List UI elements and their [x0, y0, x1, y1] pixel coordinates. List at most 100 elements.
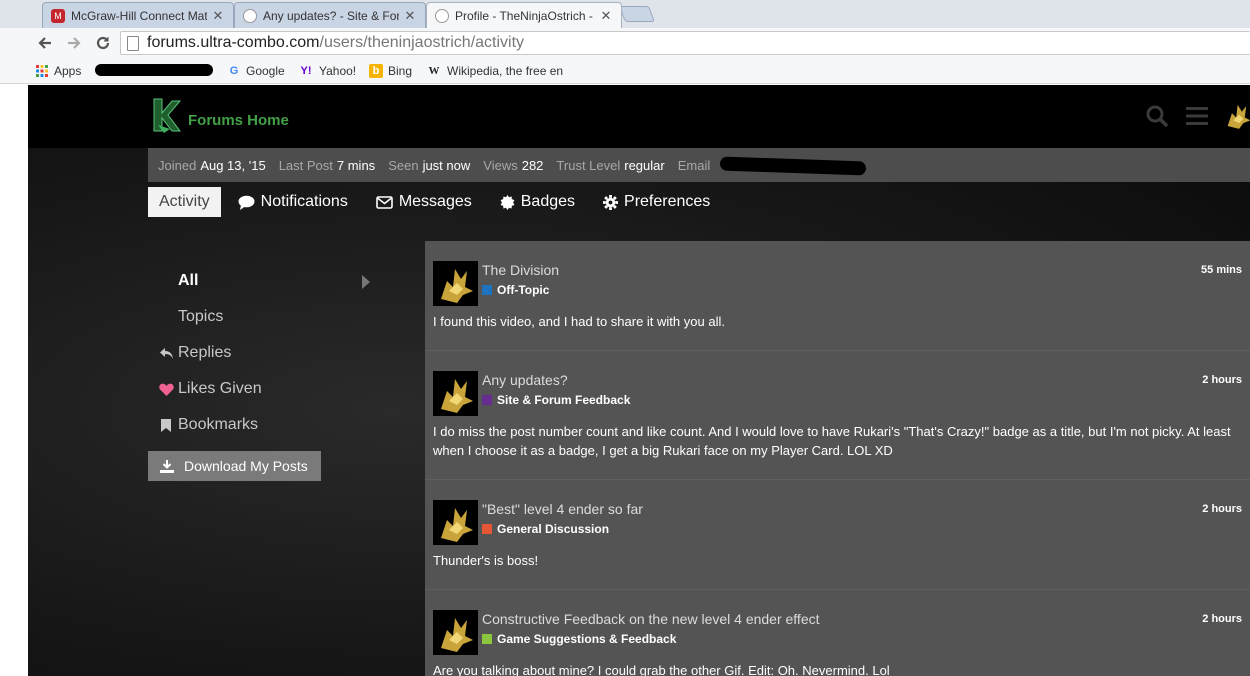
category-label: Off-Topic [497, 283, 550, 297]
post-category-link[interactable]: General Discussion [482, 522, 609, 536]
redacted-bookmark [95, 64, 213, 76]
hamburger-menu-icon[interactable] [1184, 103, 1210, 129]
bookmark-label: Bing [388, 64, 413, 78]
post-category-link[interactable]: Game Suggestions & Feedback [482, 632, 676, 646]
tab-label: Messages [398, 193, 472, 210]
close-icon[interactable]: ✕ [403, 8, 417, 24]
post-time[interactable]: 2 hours [1202, 613, 1242, 625]
stat-views-label: Views [483, 157, 518, 173]
activity-post: The Division Off-Topic 55 mins I found t… [425, 241, 1250, 351]
post-avatar[interactable] [433, 500, 478, 545]
post-category-link[interactable]: Site & Forum Feedback [482, 393, 630, 407]
post-time[interactable]: 2 hours [1202, 374, 1242, 386]
killer-instinct-logo-icon [153, 98, 182, 133]
discourse-icon [435, 8, 449, 23]
category-label: Site & Forum Feedback [497, 393, 631, 407]
post-time[interactable]: 2 hours [1202, 503, 1242, 515]
stat-seen-label: Seen [388, 157, 419, 173]
bookmark-label: Apps [54, 64, 82, 78]
tab-activity[interactable]: Activity [148, 187, 221, 217]
tab-title: Profile - TheNinjaOstrich - [455, 8, 593, 23]
profile-stats-bar: Joined Aug 13, '15 Last Post 7 mins Seen… [148, 148, 1250, 182]
side-nav-bookmarks[interactable]: Bookmarks [148, 407, 378, 443]
reload-icon[interactable] [92, 32, 114, 54]
side-nav-all[interactable]: All [148, 263, 378, 299]
bookmark-icon [158, 418, 174, 432]
heart-icon [158, 382, 174, 396]
stat-email-label: Email [677, 157, 711, 173]
stat-last-post-value: 7 mins [336, 157, 376, 173]
browser-tab-any-updates[interactable]: Any updates? - Site & For ✕ [234, 2, 426, 28]
forums-home-link[interactable]: Forums Home [150, 95, 289, 135]
forward-arrow-icon[interactable] [63, 32, 85, 54]
stat-joined-label: Joined [158, 157, 197, 173]
side-nav-label: Replies [178, 344, 232, 361]
category-color-swatch [482, 285, 492, 295]
bookmark-apps[interactable]: Apps [35, 62, 81, 80]
download-label: Download My Posts [184, 458, 308, 474]
tab-badges[interactable]: Badges [489, 187, 586, 217]
bookmark-bing[interactable]: b Bing [369, 62, 412, 80]
category-color-swatch [482, 395, 492, 405]
activity-post: Constructive Feedback on the new level 4… [425, 590, 1250, 676]
post-avatar[interactable] [433, 610, 478, 655]
stat-trust-level-label: Trust Level [556, 157, 621, 173]
activity-post: Any updates? Site & Forum Feedback 2 hou… [425, 351, 1250, 480]
browser-tab-profile[interactable]: Profile - TheNinjaOstrich - ✕ [426, 2, 622, 28]
activity-side-nav: All Topics Replies Likes Given Bookmarks [148, 263, 378, 443]
close-icon[interactable]: ✕ [599, 8, 613, 24]
post-avatar[interactable] [433, 371, 478, 416]
download-my-posts-button[interactable]: Download My Posts [148, 451, 321, 481]
bookmark-label: Yahoo! [319, 64, 357, 78]
post-title-link[interactable]: "Best" level 4 ender so far [482, 501, 643, 517]
side-nav-topics[interactable]: Topics [148, 299, 378, 335]
browser-tab-mcgraw[interactable]: M McGraw-Hill Connect Mat ✕ [42, 2, 234, 28]
back-arrow-icon[interactable] [34, 32, 56, 54]
tab-preferences[interactable]: Preferences [592, 187, 721, 217]
url-host: forums.ultra-combo.com [147, 34, 320, 51]
stat-trust-level-value: regular [624, 157, 665, 173]
post-time[interactable]: 55 mins [1201, 264, 1242, 276]
side-nav-label: All [178, 272, 199, 289]
post-title-link[interactable]: Constructive Feedback on the new level 4… [482, 611, 820, 627]
mcgraw-hill-icon: M [51, 8, 65, 23]
bookmarks-bar: Apps G Google Y! Yahoo! b Bing W Wikiped… [0, 58, 1250, 84]
stat-seen-value: just now [422, 157, 471, 173]
bookmark-google[interactable]: G Google [227, 62, 285, 80]
active-arrow-icon [362, 275, 370, 289]
new-tab-button[interactable] [619, 6, 655, 22]
post-excerpt: Are you talking about mine? I could grab… [433, 663, 890, 676]
post-avatar[interactable] [433, 261, 478, 306]
browser-toolbar: forums.ultra-combo.com/users/theninjaost… [0, 28, 1250, 58]
post-category-link[interactable]: Off-Topic [482, 283, 549, 297]
side-nav-label: Bookmarks [178, 416, 259, 433]
post-excerpt: Thunder's is boss! [433, 553, 539, 568]
post-excerpt: I do miss the post number count and like… [433, 424, 1231, 458]
activity-post: "Best" level 4 ender so far General Disc… [425, 480, 1250, 590]
activity-stream: The Division Off-Topic 55 mins I found t… [425, 241, 1250, 676]
side-nav-replies[interactable]: Replies [148, 335, 378, 371]
reply-icon [158, 346, 174, 360]
side-nav-likes-given[interactable]: Likes Given [148, 371, 378, 407]
certificate-icon [500, 194, 515, 210]
user-avatar[interactable] [1222, 99, 1250, 131]
address-bar[interactable]: forums.ultra-combo.com/users/theninjaost… [120, 31, 1250, 55]
post-title-link[interactable]: The Division [482, 262, 559, 278]
bookmark-label: Wikipedia, the free en [447, 64, 564, 78]
tab-messages[interactable]: Messages [365, 187, 483, 217]
browser-tabstrip: M McGraw-Hill Connect Mat ✕ Any updates?… [0, 0, 1250, 28]
url-path: /users/theninjaostrich/activity [319, 34, 525, 51]
tab-notifications[interactable]: Notifications [227, 187, 359, 217]
download-icon [160, 459, 174, 473]
bookmark-wikipedia[interactable]: W Wikipedia, the free en [426, 62, 564, 80]
forums-home-label: Forums Home [188, 111, 289, 129]
close-icon[interactable]: ✕ [211, 8, 225, 24]
forum-page: Forums Home Joined Aug 13, '15 Last Post… [28, 85, 1250, 676]
tab-label: Notifications [260, 193, 348, 210]
category-label: General Discussion [497, 522, 610, 536]
profile-nav-tabs: Activity Notifications Messages Badges P… [148, 187, 727, 217]
search-icon[interactable] [1144, 103, 1170, 129]
post-title-link[interactable]: Any updates? [482, 372, 568, 388]
page-icon [127, 35, 139, 51]
bookmark-yahoo[interactable]: Y! Yahoo! [298, 62, 357, 80]
